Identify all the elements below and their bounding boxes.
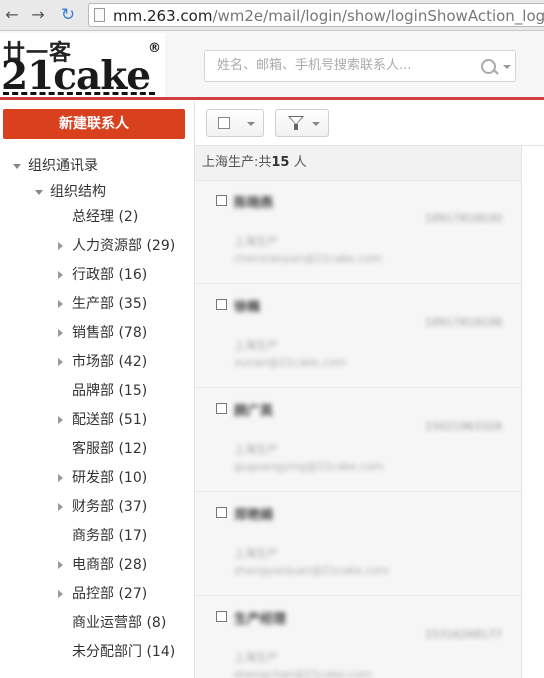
- tree-department-label: 研发部 (10): [72, 470, 148, 486]
- contact-department: 上海生产: [234, 651, 278, 664]
- contact-card[interactable]: 徐楠 18917819198 上海生产 xunan@21cake.com: [195, 285, 521, 388]
- contact-name: 徐楠: [234, 300, 261, 315]
- contact-name: 郑艳娟: [234, 508, 274, 523]
- tree-department-label: 市场部 (42): [72, 354, 148, 370]
- collapsed-arrow-icon[interactable]: [58, 590, 63, 598]
- page-icon: [94, 8, 105, 22]
- collapsed-arrow-icon[interactable]: [58, 416, 63, 424]
- tree-department-label: 财务部 (37): [72, 499, 148, 515]
- contact-phone: 15021963328: [425, 420, 502, 433]
- reload-icon[interactable]: ↻: [58, 4, 78, 26]
- sidebar: 新建联系人 组织通讯录 组织结构 总经理 (2) 人力资源部 (29) 行政部 (1…: [0, 101, 194, 678]
- address-bar[interactable]: mm.263.com/wm2e/mail/login/show/loginSho…: [88, 3, 544, 27]
- tree-department-label: 品控部 (27): [72, 586, 148, 602]
- contact-checkbox[interactable]: [216, 403, 227, 414]
- contact-email: guguangying@21cake.com: [234, 460, 384, 473]
- contact-card[interactable]: 顾广英 15021963328 上海生产 guguangying@21cake.com: [195, 389, 521, 492]
- filter-dropdown[interactable]: [275, 109, 329, 137]
- registered-mark: ®: [148, 41, 161, 56]
- collapsed-arrow-icon[interactable]: [58, 503, 63, 511]
- logo-underline: [3, 92, 155, 95]
- group-header: 上海生产:共15 人: [195, 146, 521, 181]
- contact-email: xunan@21cake.com: [234, 356, 346, 369]
- collapsed-arrow-icon[interactable]: [58, 242, 63, 250]
- contact-checkbox[interactable]: [216, 299, 227, 310]
- collapsed-arrow-icon[interactable]: [58, 358, 63, 366]
- tree-department-label: 人力资源部 (29): [72, 238, 176, 254]
- tree-department-label: 品牌部 (15): [72, 383, 148, 399]
- contact-name: 顾广英: [234, 404, 274, 419]
- forward-arrow-icon[interactable]: →: [28, 4, 48, 26]
- contact-department: 上海生产: [234, 235, 278, 248]
- search-icon[interactable]: [481, 59, 496, 74]
- contact-department: 上海生产: [234, 339, 278, 352]
- contact-department: 上海生产: [234, 547, 278, 560]
- contact-list: 陈晓燕 18917818030 上海生产 chenxiaoyan@21cake.com…: [195, 181, 521, 678]
- collapsed-arrow-icon[interactable]: [58, 474, 63, 482]
- contact-card[interactable]: 生产经理 15316268177 上海生产 shengchan@21cake.com: [195, 597, 521, 678]
- tree-department-label: 销售部 (78): [72, 325, 148, 341]
- tree-department-label: 未分配部门 (14): [72, 644, 176, 660]
- contact-email: chenxiaoyan@21cake.com: [234, 252, 382, 265]
- address-text: mm.263.com/wm2e/mail/login/show/loginSho…: [113, 7, 544, 25]
- contact-name: 生产经理: [234, 612, 287, 627]
- new-contact-button[interactable]: 新建联系人: [3, 109, 185, 139]
- chevron-down-icon: [247, 122, 255, 126]
- list-toolbar: [195, 101, 544, 146]
- group-summary: 上海生产:共15 人: [202, 155, 307, 170]
- select-all-dropdown[interactable]: [206, 109, 264, 137]
- contact-phone: 18917819198: [425, 316, 502, 329]
- contact-card[interactable]: 郑艳娟上海生产 zhengyanjuan@21cake.com: [195, 493, 521, 596]
- header-accent-line: [0, 97, 544, 100]
- brand-logo[interactable]: 廿一客 21cake ®: [0, 33, 165, 99]
- expanded-arrow-icon[interactable]: [13, 164, 21, 169]
- tree-root-label: 组织通讯录: [28, 158, 98, 174]
- contact-email: shengchan@21cake.com: [234, 668, 372, 678]
- contact-name: 陈晓燕: [234, 196, 274, 211]
- expanded-arrow-icon[interactable]: [35, 190, 43, 195]
- contact-phone: 15316268177: [425, 628, 502, 641]
- contact-search-input[interactable]: 姓名、邮箱、手机号搜索联系人...: [204, 50, 516, 82]
- contact-email: zhengyanjuan@21cake.com: [234, 564, 389, 577]
- checkbox-icon[interactable]: [218, 117, 230, 129]
- contact-department: 上海生产: [234, 443, 278, 456]
- contact-phone: 18917818030: [425, 212, 502, 225]
- tree-department-label: 商务部 (17): [72, 528, 148, 544]
- collapsed-arrow-icon[interactable]: [58, 561, 63, 569]
- tree-department-label: 行政部 (16): [72, 267, 148, 283]
- collapsed-arrow-icon[interactable]: [58, 300, 63, 308]
- tree-department-label: 配送部 (51): [72, 412, 148, 428]
- right-panel-gutter: [521, 146, 544, 678]
- chevron-down-icon: [312, 122, 320, 126]
- browser-toolbar: ← → ↻ mm.263.com/wm2e/mail/login/show/lo…: [0, 0, 544, 31]
- contact-checkbox[interactable]: [216, 195, 227, 206]
- chevron-down-icon[interactable]: [503, 65, 511, 69]
- contact-card[interactable]: 陈晓燕 18917818030 上海生产 chenxiaoyan@21cake.com: [195, 181, 521, 284]
- contact-checkbox[interactable]: [216, 507, 227, 518]
- tree-department-label: 生产部 (35): [72, 296, 148, 312]
- tree-department-label: 总经理 (2): [72, 209, 139, 225]
- back-arrow-icon[interactable]: ←: [2, 4, 22, 26]
- tree-department-label: 客服部 (12): [72, 441, 148, 457]
- tree-department-label: 商业运营部 (8): [72, 615, 167, 631]
- filter-icon: [288, 116, 304, 130]
- collapsed-arrow-icon[interactable]: [58, 271, 63, 279]
- tree-department-label: 电商部 (28): [72, 557, 148, 573]
- search-placeholder: 姓名、邮箱、手机号搜索联系人...: [217, 58, 412, 73]
- tree-org-label: 组织结构: [50, 184, 106, 200]
- collapsed-arrow-icon[interactable]: [58, 329, 63, 337]
- contact-checkbox[interactable]: [216, 611, 227, 622]
